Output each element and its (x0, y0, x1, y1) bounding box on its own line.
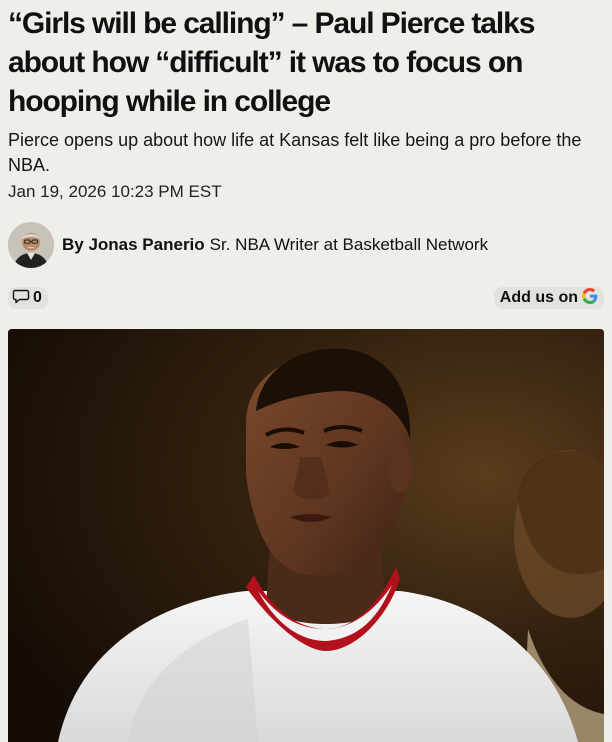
article-headline: “Girls will be calling” – Paul Pierce ta… (8, 7, 535, 118)
add-us-on-label: Add us on (499, 289, 578, 306)
hero-image (8, 329, 604, 742)
byline-text: By Jonas Panerio Sr. NBA Writer at Basket… (62, 234, 488, 256)
byline: By Jonas Panerio Sr. NBA Writer at Basket… (8, 221, 488, 269)
google-g-icon (582, 287, 598, 309)
author-avatar[interactable] (8, 222, 54, 268)
author-name[interactable]: By Jonas Panerio (62, 235, 205, 254)
author-role: Sr. NBA Writer at Basketball Network (209, 235, 489, 254)
add-us-on-google-button[interactable]: Add us on (493, 287, 604, 309)
comment-count: 0 (33, 289, 42, 306)
comments-button[interactable]: 0 (8, 287, 48, 309)
article-actions: 0 Add us on (8, 287, 604, 309)
article-subhead: Pierce opens up about how life at Kansas… (8, 130, 582, 175)
comment-icon (12, 288, 30, 309)
publish-date: Jan 19, 2026 10:23 PM EST (8, 182, 222, 201)
